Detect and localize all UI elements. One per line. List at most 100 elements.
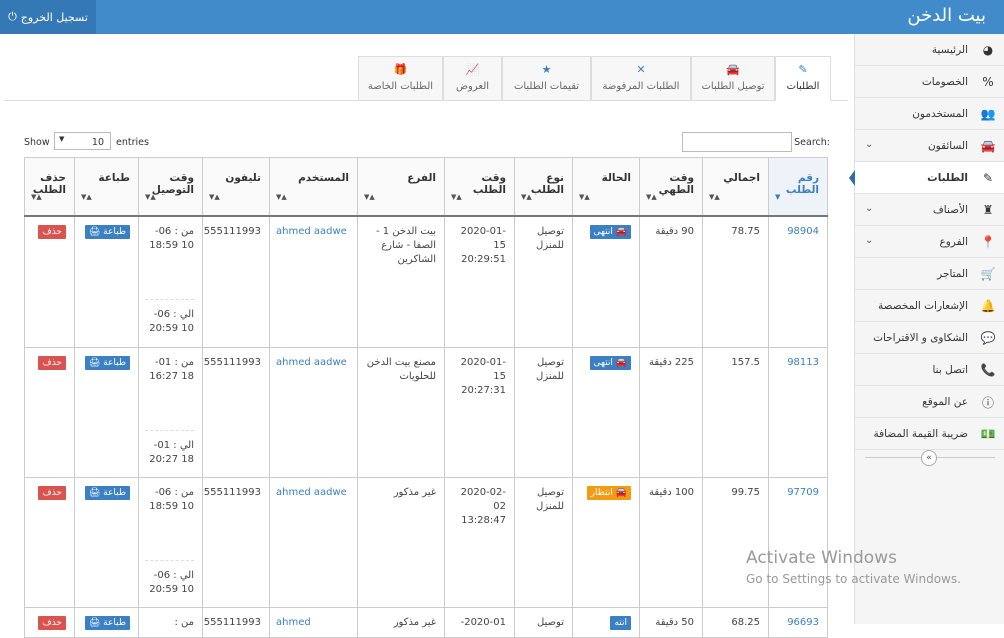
sidebar-item-label: الرئيسية — [931, 43, 968, 56]
order-id-link[interactable]: 98904 — [768, 215, 828, 348]
col-cook-time[interactable]: وقت الطهي ▲▼ — [639, 157, 703, 216]
chevron-down-icon: ⌄ — [865, 139, 874, 150]
table-controls: Show ▼ 10 entries Search: — [24, 132, 830, 154]
sidebar-item-label: الشكاوى و الاقتراحات — [873, 331, 968, 344]
delivery-from: من : 06-10 18:59 — [149, 487, 194, 512]
sidebar-item-label: الإشعارات المخصصة — [878, 299, 968, 312]
user-link[interactable]: ahmed aadwe — [269, 477, 358, 608]
cook-time-cell: 225 دقيقة — [639, 347, 703, 478]
search-input[interactable] — [682, 132, 792, 152]
sidebar-item-contact[interactable]: اتصل بنا 📞 — [855, 354, 1004, 386]
user-link[interactable]: ahmed — [269, 607, 358, 638]
print-button[interactable]: طباعة 🖨 — [84, 616, 130, 630]
tab-label: الطلبات الخاصة — [367, 81, 434, 92]
print-button[interactable]: طباعة 🖨 — [84, 486, 130, 500]
car-icon: 🚘 — [726, 63, 740, 76]
print-button[interactable]: طباعة 🖨 — [84, 224, 130, 239]
col-branch[interactable]: الفرع ▲▼ — [357, 157, 445, 216]
col-label: الحالة — [601, 172, 631, 184]
branch-cell: غير مذكور — [357, 477, 445, 608]
status-cell: 🚘 انتهى — [572, 215, 640, 348]
col-order-time[interactable]: وقت الطلب ▲▼ — [444, 157, 515, 216]
col-total[interactable]: اجمالي ▲▼ — [702, 157, 769, 216]
sidebar-item-label: عن الموقع — [922, 395, 968, 408]
sort-icon: ▲▼ — [364, 192, 375, 201]
sort-icon: ▲▼ — [709, 192, 720, 201]
entries-select[interactable]: ▼ 10 — [54, 132, 111, 150]
delivery-to: الي : 06-10 20:59 — [149, 570, 194, 595]
col-user[interactable]: المستخدم ▲▼ — [269, 157, 358, 216]
sidebar-item-stores[interactable]: المتاجر 🛒 — [855, 258, 1004, 290]
tab-rejected[interactable]: ✕ الطلبات المرفوضة — [591, 56, 691, 100]
tab-delivery[interactable]: 🚘 توصيل الطلبات — [691, 56, 775, 100]
col-label: المستخدم — [298, 172, 349, 184]
tab-label: الطلبات المرفوضة — [602, 81, 680, 92]
order-time-cell: 2020-01-15 20:27:31 — [444, 347, 515, 478]
col-print[interactable]: طباعة ▲▼ — [74, 157, 139, 216]
chevron-down-icon: ⌄ — [865, 203, 874, 214]
sidebar-item-orders[interactable]: الطلبات ✎ — [849, 162, 1004, 194]
logout-button[interactable]: ⏻ تسجيل الخروج — [0, 0, 96, 34]
tab-ratings[interactable]: ★ تقيمات الطلبات — [502, 56, 591, 100]
print-button[interactable]: طباعة 🖨 — [84, 356, 130, 370]
sidebar-item-notifications[interactable]: الإشعارات المخصصة 🔔 — [855, 290, 1004, 322]
sidebar-item-about[interactable]: عن الموقع ⓘ — [855, 386, 1004, 418]
castle-icon: ♜ — [982, 203, 994, 217]
total-cell: 99.75 — [702, 477, 769, 608]
status-badge: 🚘 انتهى — [589, 224, 631, 239]
status-cell: 🚘 انتظار — [572, 477, 640, 608]
sidebar-item-discounts[interactable]: الخصومات% — [855, 66, 1004, 98]
col-label: تليفون — [225, 172, 261, 184]
order-id-link[interactable]: 97709 — [768, 477, 828, 608]
sort-icon: ▲▼ — [276, 192, 287, 201]
sidebar-item-label: الخصومات — [921, 75, 968, 88]
print-cell: طباعة 🖨 — [74, 607, 139, 638]
col-order-id[interactable]: رقم الطلب ▼ — [768, 157, 828, 216]
col-delivery-time[interactable]: وقت التوصيل ▲▼ — [138, 157, 203, 216]
sort-desc-icon: ▼ — [775, 192, 781, 201]
col-status[interactable]: الحالة ▲▼ — [572, 157, 640, 216]
sidebar-item-drivers[interactable]: ⌄ السائقون 🚘 — [855, 130, 1004, 162]
branch-cell: مصنع بيت الدخن للحلويات — [357, 347, 445, 478]
sidebar-item-categories[interactable]: ⌄ الأصناف ♜ — [855, 194, 1004, 226]
double-chevron-icon[interactable]: « — [921, 450, 937, 466]
tabs-divider — [4, 100, 848, 101]
delete-button[interactable]: حذف — [38, 486, 66, 500]
sort-icon: ▲▼ — [451, 192, 462, 201]
sidebar-item-home[interactable]: الرئيسية ◕ — [855, 34, 1004, 66]
sidebar-item-users[interactable]: المستخدمون 👥 — [855, 98, 1004, 130]
col-order-type[interactable]: نوع الطلب ▲▼ — [514, 157, 573, 216]
tab-special-orders[interactable]: 🎁 الطلبات الخاصة — [358, 56, 443, 100]
sidebar-item-complaints[interactable]: الشكاوى و الاقتراحات 💬 — [855, 322, 1004, 354]
percent-icon: % — [982, 75, 994, 89]
entries-label: entries — [116, 137, 149, 148]
sidebar-item-branches[interactable]: ⌄ الفروع 📍 — [855, 226, 1004, 258]
print-icon: 🖨 — [88, 358, 101, 368]
user-link[interactable]: ahmed aadwe — [269, 347, 358, 478]
order-type-cell: توصيل — [514, 607, 573, 638]
col-delete[interactable]: حذف الطلب ▲▼ — [24, 157, 75, 216]
tab-orders[interactable]: ✎ الطلبات — [775, 56, 831, 101]
status-label: انتهى — [593, 358, 613, 368]
sidebar: الرئيسية ◕ الخصومات% المستخدمون 👥 ⌄ السائقو… — [849, 34, 1004, 624]
col-phone[interactable]: تليفون ▲▼ — [202, 157, 270, 216]
sidebar-item-label: الأصناف — [932, 203, 968, 216]
tab-offers[interactable]: 📈 العروض — [443, 56, 502, 100]
print-cell: طباعة 🖨 — [74, 215, 139, 348]
delete-button[interactable]: حذف — [38, 616, 66, 630]
order-id-link[interactable]: 96693 — [768, 607, 828, 638]
user-link[interactable]: ahmed aadwe — [269, 215, 358, 348]
delete-button[interactable]: حذف — [38, 224, 66, 239]
col-label: رقم الطلب — [785, 172, 819, 196]
users-icon: 👥 — [980, 107, 996, 121]
sidebar-collapse: « — [855, 448, 1004, 468]
delete-button[interactable]: حذف — [38, 356, 66, 370]
table-row: حذف طباعة 🖨 من : 555111993 ahmed غير مذك… — [24, 607, 828, 638]
sidebar-item-vat[interactable]: ضريبة القيمة المضافة 💵 — [855, 418, 1004, 450]
order-id-link[interactable]: 98113 — [768, 347, 828, 478]
status-badge: 🚘 انتظار — [586, 486, 631, 500]
car-icon: 🚘 — [615, 488, 627, 498]
sidebar-item-label: الفروع — [939, 235, 968, 248]
money-icon: 💵 — [980, 427, 996, 441]
star-icon: ★ — [541, 63, 552, 76]
